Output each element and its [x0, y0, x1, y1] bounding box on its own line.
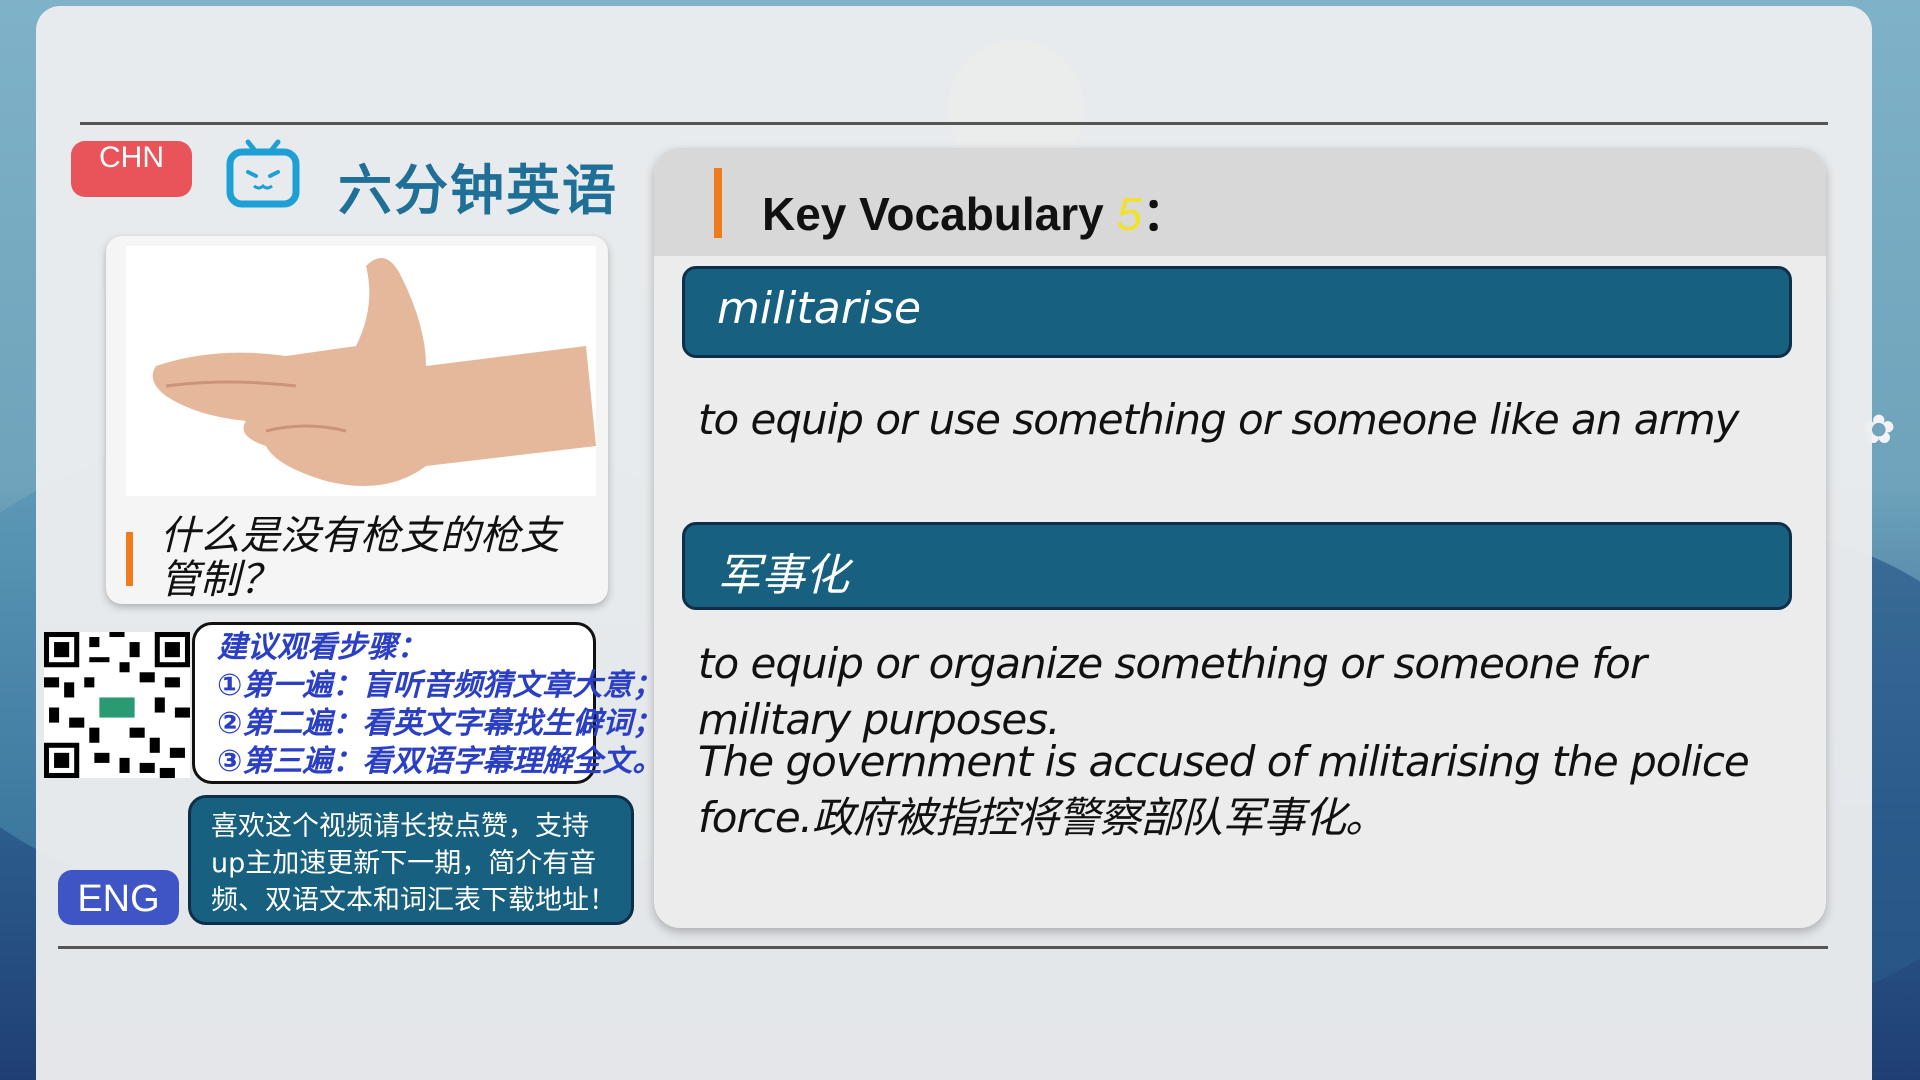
definition-english: to equip or use something or someone lik… — [698, 395, 1740, 444]
step-line: ③第三遍：看双语字幕理解全文。 — [217, 744, 663, 779]
steps-heading: 建议观看步骤： — [217, 630, 427, 665]
step-line: ②第二遍：看英文字幕找生僻词； — [217, 706, 663, 741]
step-line: ①第一遍：盲听音频猜文章大意； — [217, 668, 663, 703]
vocab-word-english: militarise — [717, 283, 922, 334]
promo-line: up主加速更新下一期，简介有音 — [211, 848, 597, 879]
vocabulary-title-text: Key Vocabulary — [762, 188, 1104, 240]
brand-title: 六分钟英语 — [338, 159, 618, 222]
promo-box: 喜欢这个视频请长按点赞，支持 up主加速更新下一期，简介有音 频、双语文本和词汇… — [188, 795, 634, 925]
example-sentence: The government is accused of militarisin… — [698, 737, 1750, 842]
word-bar-chinese: 军事化 — [682, 522, 1792, 610]
question-accent — [126, 532, 133, 586]
viewing-steps-box: 建议观看步骤： ①第一遍：盲听音频猜文章大意； ②第二遍：看英文字幕找生僻词； … — [192, 622, 663, 784]
chn-language-button[interactable]: CHN — [71, 141, 192, 197]
bottom-divider — [58, 946, 1828, 949]
eng-language-button[interactable]: ENG — [58, 870, 179, 925]
definition-chinese: to equip or organize something or someon… — [698, 639, 1647, 744]
promo-line: 喜欢这个视频请长按点赞，支持 — [211, 811, 589, 842]
word-bar-english: militarise — [682, 266, 1792, 358]
promo-line: 频、双语文本和词汇表下载地址！ — [211, 885, 616, 916]
vocab-word-chinese: 军事化 — [717, 550, 849, 601]
vocabulary-panel: Key Vocabulary 5： militarise to equip or… — [654, 148, 1826, 928]
vocabulary-colon: ： — [1142, 188, 1189, 240]
bilibili-tv-icon — [226, 139, 300, 208]
qr-code-image — [44, 632, 190, 778]
hand-gesture-image — [126, 246, 596, 496]
vocabulary-number: 5 — [1116, 188, 1143, 240]
top-divider — [80, 122, 1828, 125]
vocabulary-title: Key Vocabulary 5： — [762, 178, 1188, 244]
vocabulary-header: Key Vocabulary 5： — [654, 148, 1826, 256]
topic-card: 什么是没有枪支的枪支管制？ — [106, 236, 608, 604]
header-accent — [714, 168, 722, 238]
topic-question: 什么是没有枪支的枪支管制？ — [160, 513, 560, 603]
